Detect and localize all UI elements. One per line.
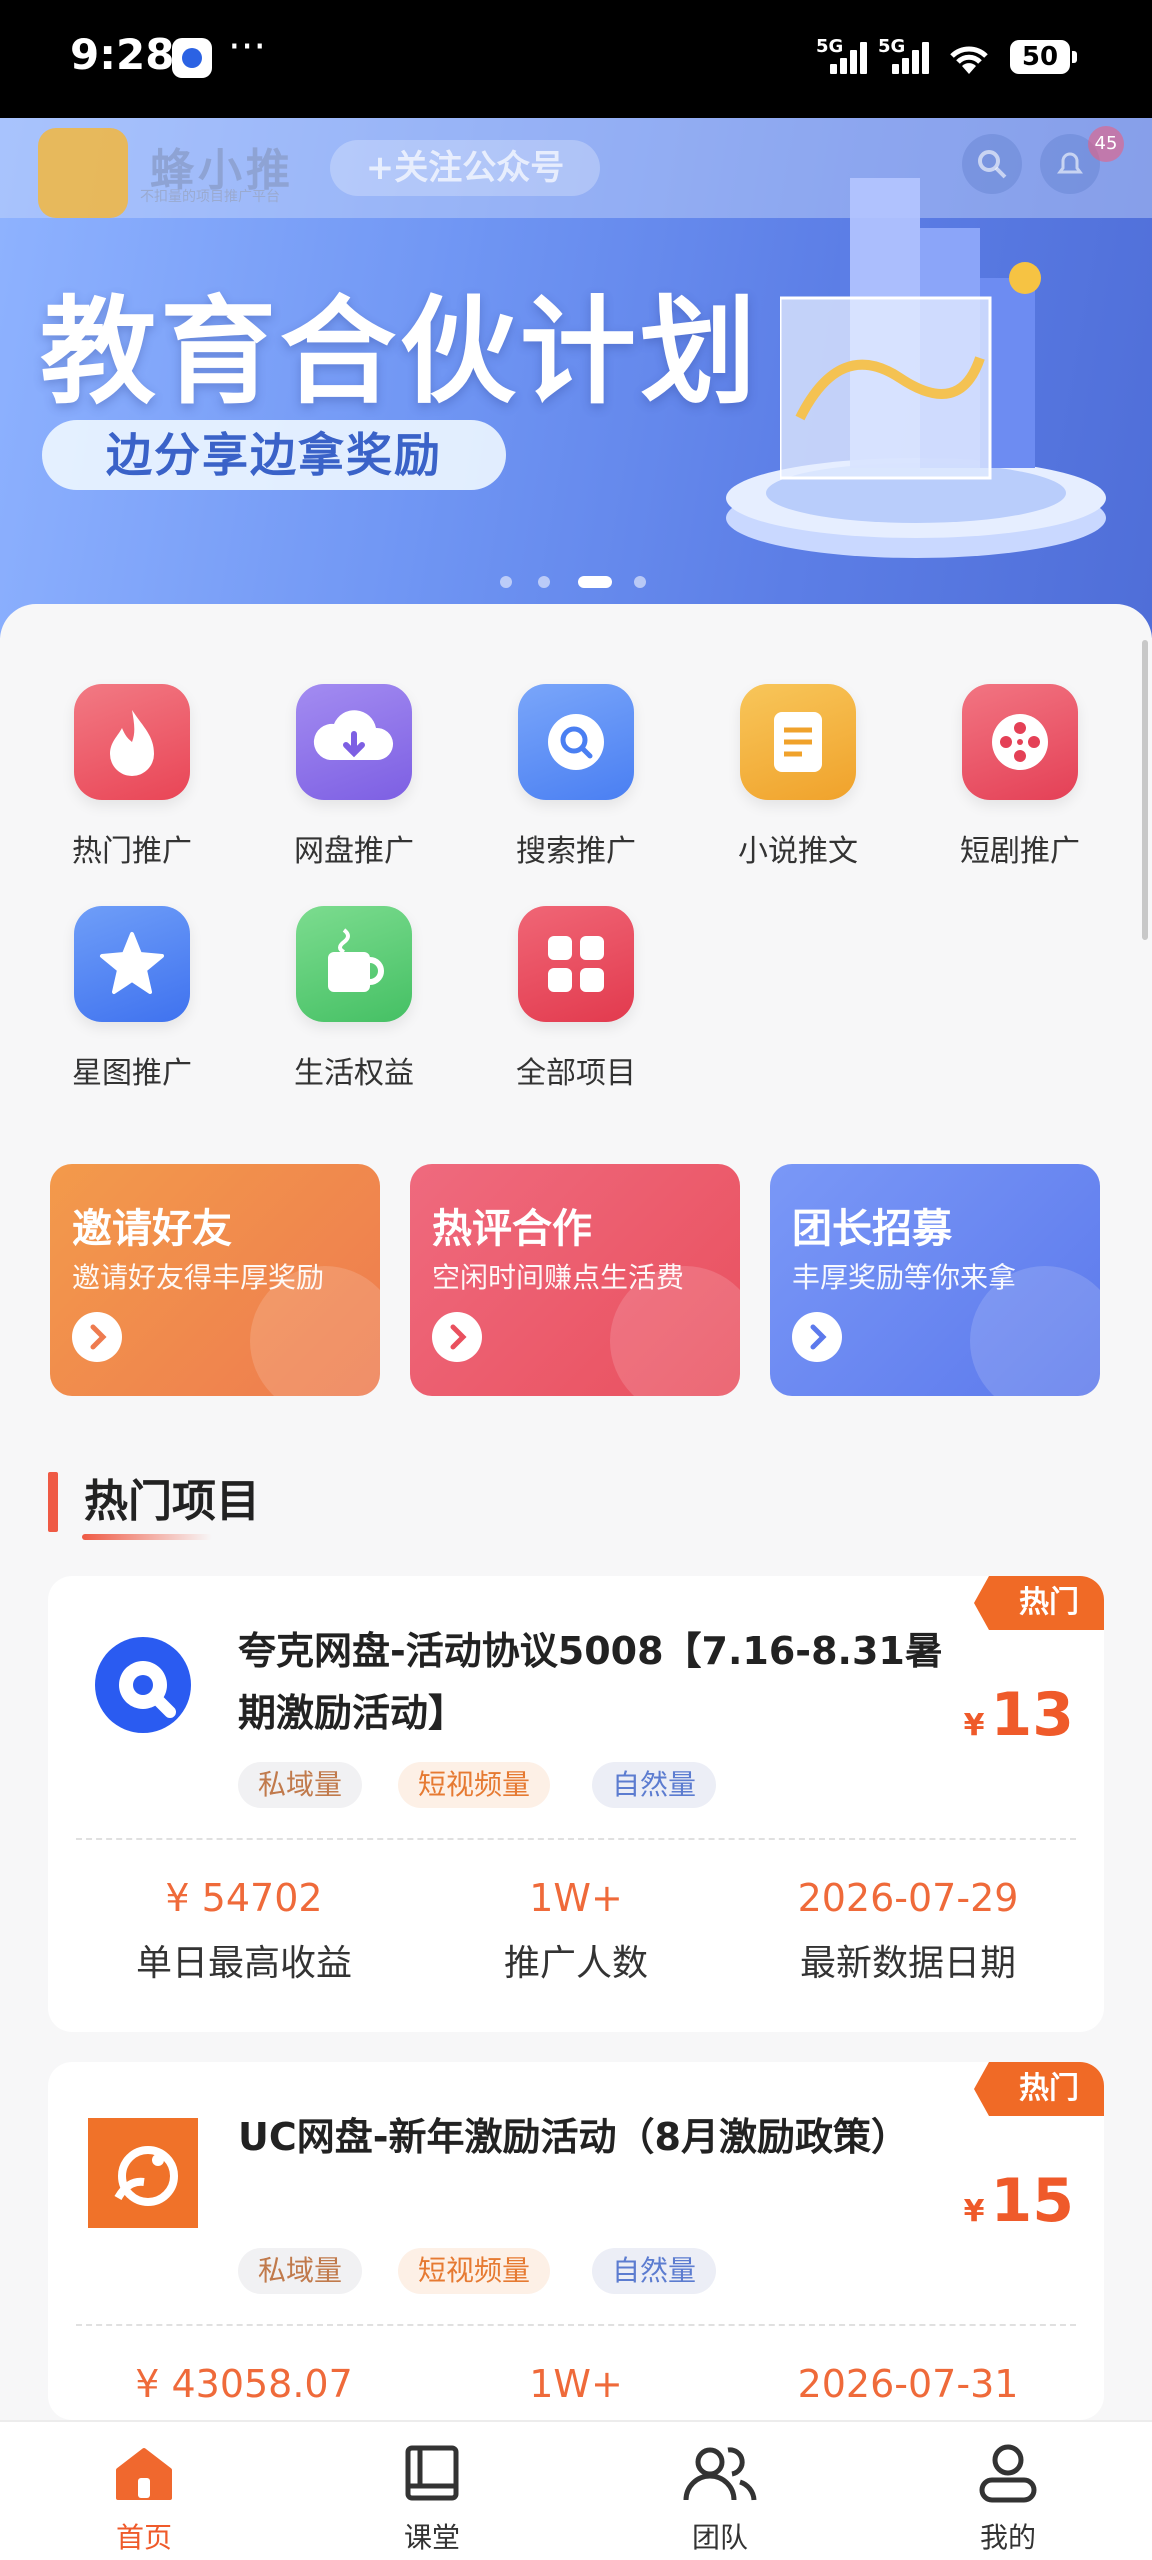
app-logo-sub: 不扣量的项目推广平台 (140, 189, 280, 205)
signal-icon (892, 42, 932, 74)
banner-carousel[interactable]: 蜂小推 不扣量的项目推广平台 +关注公众号 45 教育合伙计划 边分享边拿奖励 (0, 118, 1152, 638)
bottom-tab-bar: 首页 课堂 团队 我的 (0, 2420, 1152, 2560)
promo-hot-comments[interactable]: 热评合作 空闲时间赚点生活费 (410, 1164, 740, 1396)
project-card[interactable]: 热门 夸克网盘-活动协议5008【7.16-8.31暑期激励活动】 ¥13 私域… (48, 1576, 1104, 2032)
tag-short-video: 短视频量 (398, 1762, 551, 1808)
tag-natural: 自然量 (592, 1762, 717, 1808)
cloud-download-icon (296, 684, 412, 800)
arrow-right-icon[interactable] (72, 1312, 122, 1362)
promo-invite-friends[interactable]: 邀请好友 邀请好友得丰厚奖励 (50, 1164, 380, 1396)
carousel-dot[interactable] (538, 576, 550, 588)
category-all-projects[interactable]: 全部项目 (486, 906, 666, 1092)
coffee-cup-icon (296, 906, 412, 1022)
quark-logo-icon (88, 1630, 198, 1740)
project-card[interactable]: 热门 UC网盘-新年激励活动（8月激励政策） ¥15 私域量 短视频量 自然量 … (48, 2062, 1104, 2420)
carousel-dot[interactable] (634, 576, 646, 588)
category-xingtu[interactable]: 星图推广 (42, 906, 222, 1092)
app-logo (38, 128, 128, 218)
follow-account-button[interactable]: +关注公众号 (330, 140, 600, 196)
home-icon (112, 2442, 176, 2506)
tab-home[interactable]: 首页 (44, 2442, 244, 2556)
user-icon (976, 2442, 1040, 2506)
chart-bars-illustration (780, 178, 1041, 480)
tag-private: 私域量 (238, 1762, 363, 1808)
hot-badge: 热门 (974, 2062, 1104, 2116)
tag-natural: 自然量 (592, 2248, 717, 2294)
arrow-right-icon[interactable] (792, 1312, 842, 1362)
stat-promoters: 1W+ 推广人数 (503, 1876, 648, 1984)
carousel-dot[interactable] (500, 576, 512, 588)
signal-icon (830, 42, 870, 74)
carousel-indicator (500, 570, 660, 590)
search-icon (518, 684, 634, 800)
category-search[interactable]: 搜索推广 (486, 684, 666, 870)
tab-classroom[interactable]: 课堂 (332, 2442, 532, 2556)
notification-badge: 45 (1088, 126, 1124, 162)
tag-short-video: 短视频量 (398, 2248, 551, 2294)
project-price: ¥15 (963, 2166, 1074, 2236)
category-short-drama[interactable]: 短剧推广 (930, 684, 1110, 870)
more-dots: ··· (228, 24, 267, 70)
scrollbar[interactable] (1142, 640, 1148, 940)
project-price: ¥13 (963, 1680, 1074, 1750)
category-hot[interactable]: 热门推广 (42, 684, 222, 870)
stat-max-daily-income: ¥ 43058.07 (135, 2362, 353, 2406)
category-netdisk[interactable]: 网盘推广 (264, 684, 444, 870)
film-reel-icon (962, 684, 1078, 800)
status-time: 9:28 (70, 30, 175, 79)
book-icon (400, 2442, 464, 2506)
wifi-icon (944, 38, 994, 78)
uc-logo-icon (88, 2118, 198, 2228)
banner-subtitle: 边分享边拿奖励 (42, 420, 506, 490)
star-icon (74, 906, 190, 1022)
document-icon (740, 684, 856, 800)
category-novel[interactable]: 小说推文 (708, 684, 888, 870)
carousel-dot-active[interactable] (578, 576, 612, 588)
project-title: 夸克网盘-活动协议5008【7.16-8.31暑期激励活动】 (238, 1629, 943, 1735)
stat-max-daily-income: ¥ 54702 单日最高收益 (135, 1876, 352, 1984)
arrow-right-icon[interactable] (432, 1312, 482, 1362)
hot-badge: 热门 (974, 1576, 1104, 1630)
promo-leader-recruit[interactable]: 团长招募 丰厚奖励等你来拿 (770, 1164, 1100, 1396)
section-title: 热门项目 (84, 1476, 260, 1527)
stat-latest-date: 2026-07-29 最新数据日期 (797, 1876, 1019, 1984)
grid-icon (518, 906, 634, 1022)
tab-mine[interactable]: 我的 (908, 2442, 1108, 2556)
team-icon (683, 2442, 757, 2506)
tag-private: 私域量 (238, 2248, 363, 2294)
project-title: UC网盘-新年激励活动（8月激励政策） (238, 2115, 909, 2159)
status-bar: 9:28 ··· 5G 5G 50 (0, 0, 1152, 118)
stat-promoters: 1W+ (529, 2362, 623, 2406)
baidu-app-icon (172, 38, 212, 78)
banner-title: 教育合伙计划 (40, 285, 760, 420)
fire-icon (74, 684, 190, 800)
battery-icon: 50 (1010, 40, 1077, 74)
category-life-benefits[interactable]: 生活权益 (264, 906, 444, 1092)
stat-latest-date: 2026-07-31 (797, 2362, 1019, 2406)
tab-team[interactable]: 团队 (620, 2442, 820, 2556)
